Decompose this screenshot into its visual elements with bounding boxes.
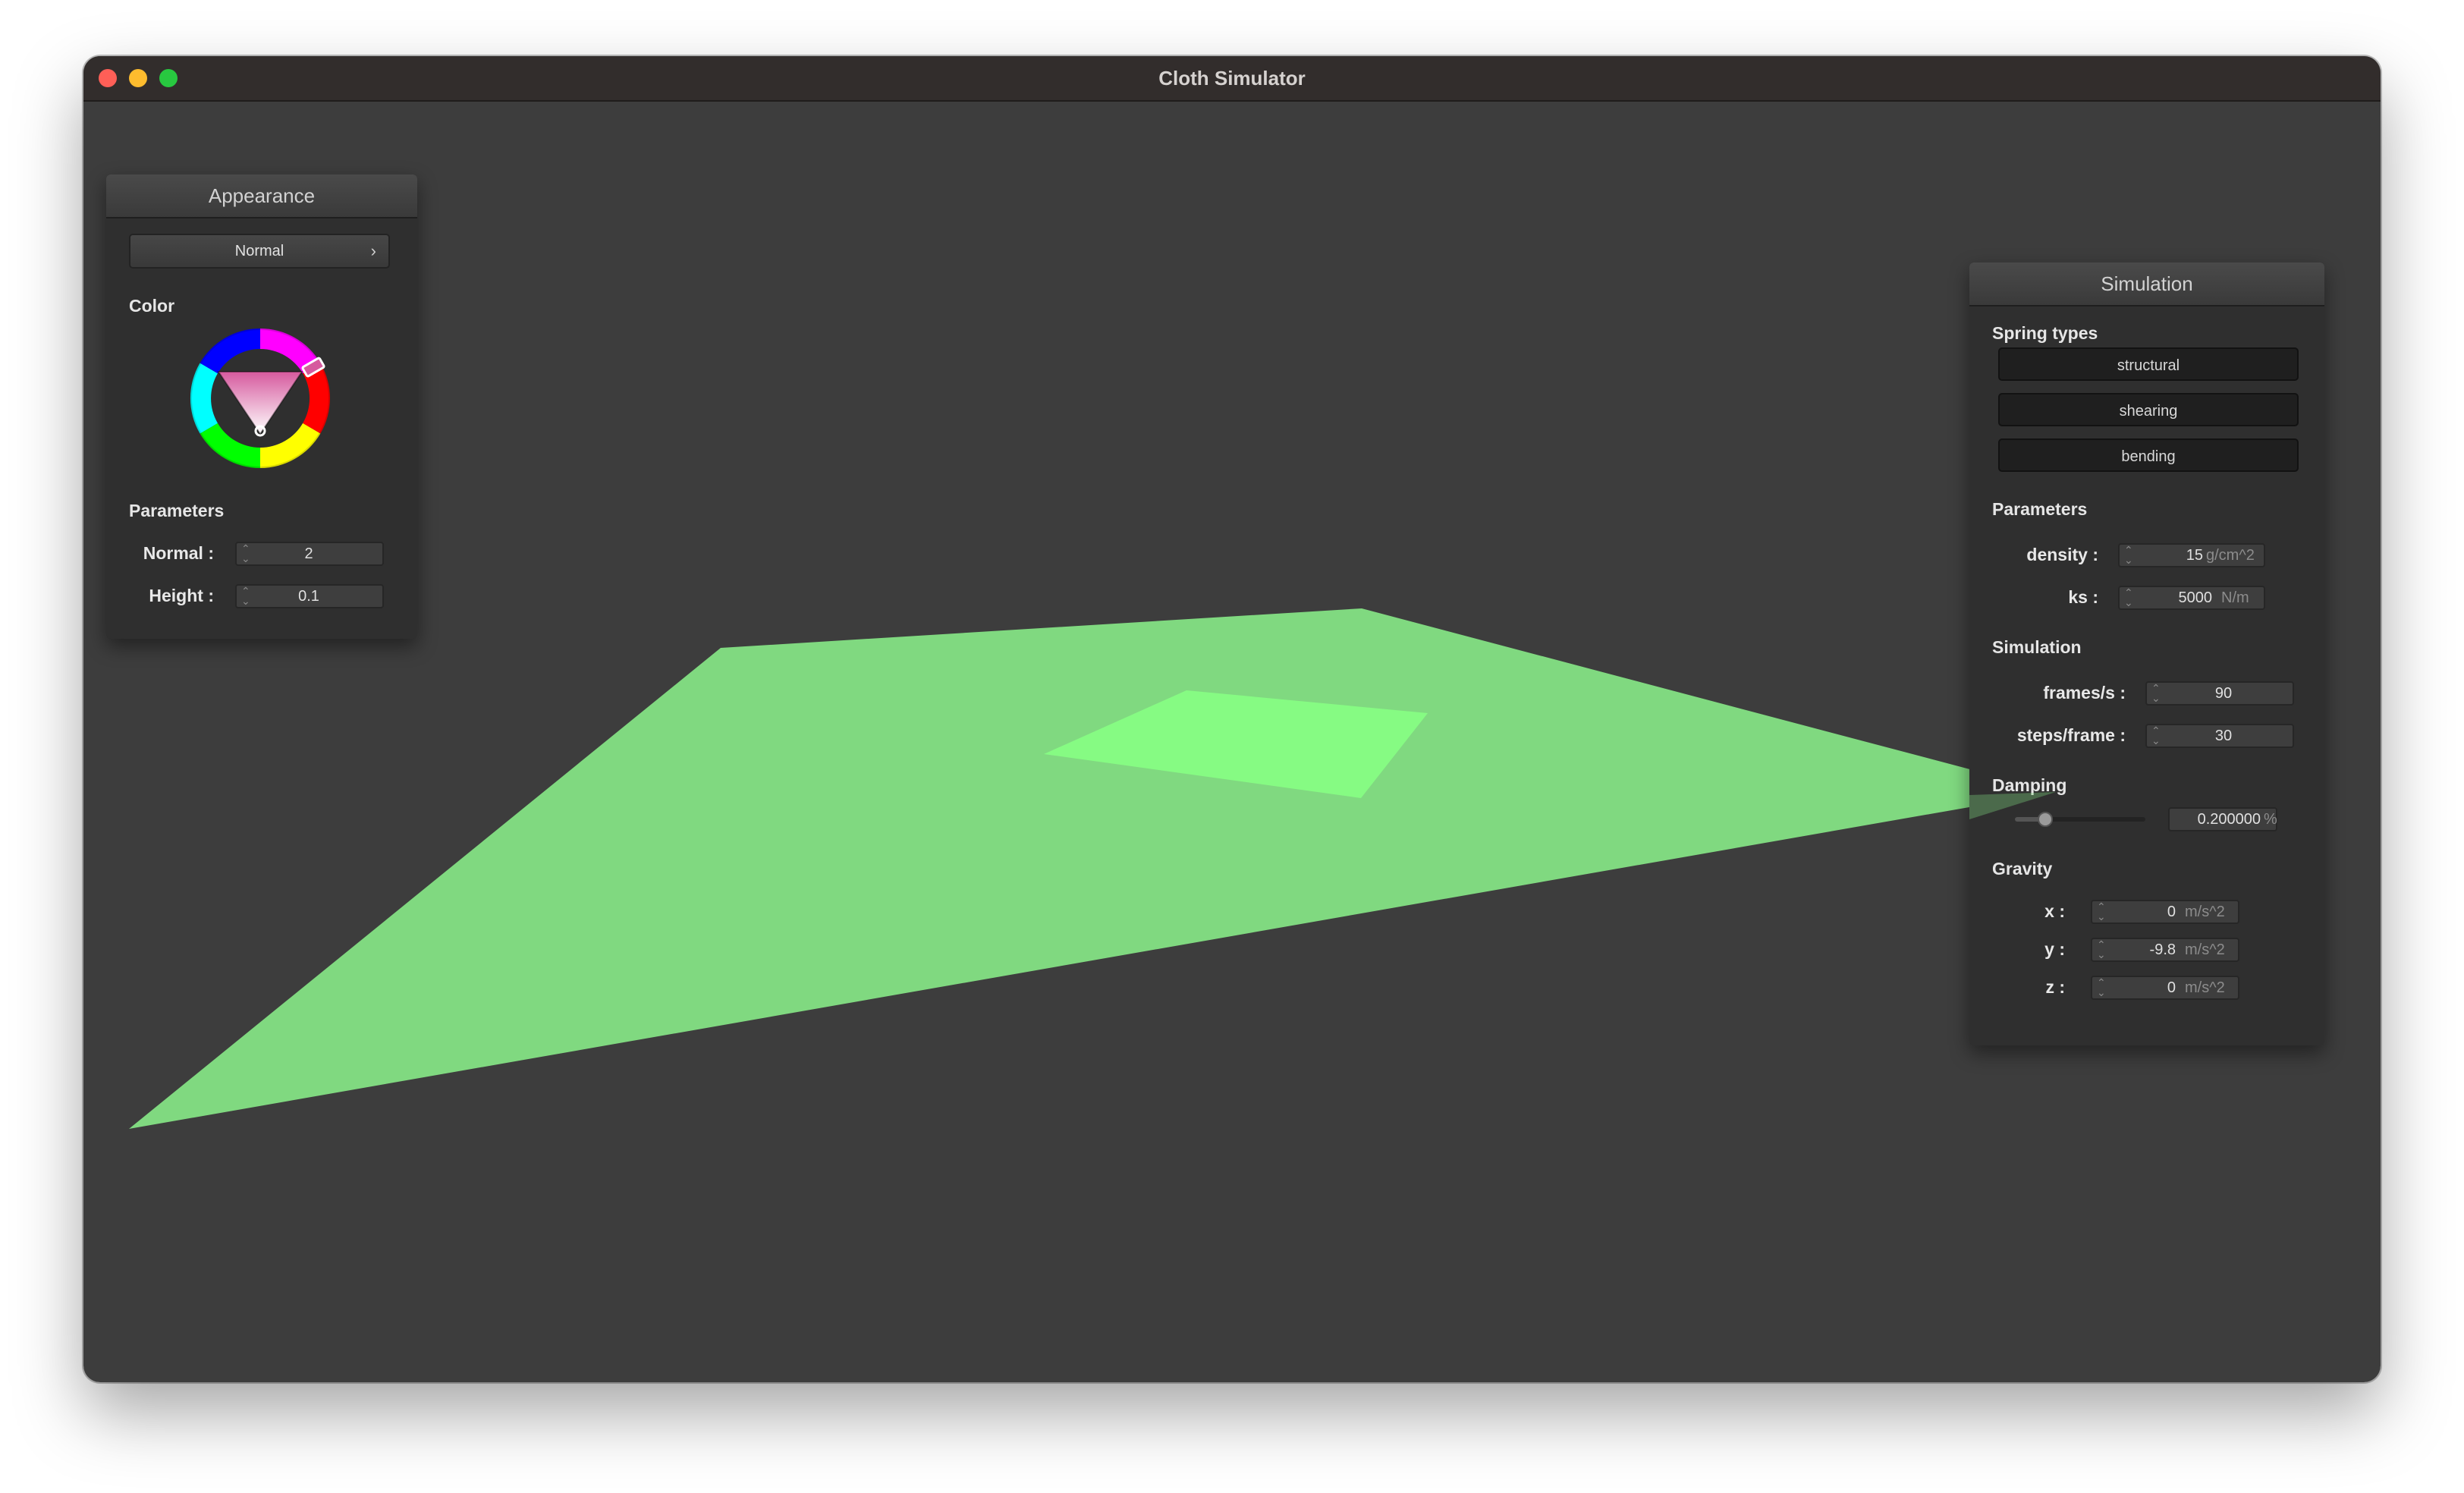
normal-label: Normal : [143, 543, 214, 563]
gravity-y-value: -9.8 [2149, 941, 2176, 958]
stepper-icon: ⌃ ⌄ [2097, 901, 2106, 923]
height-input[interactable]: ⌃ ⌄ 0.1 [235, 584, 384, 608]
density-input[interactable]: ⌃ ⌄ 15 g/cm^2 [2118, 543, 2265, 567]
gravity-z-unit: m/s^2 [2185, 979, 2225, 996]
stepper-icon: ⌃ ⌄ [2097, 938, 2106, 960]
gravity-x-input[interactable]: ⌃ ⌄ 0 m/s^2 [2091, 900, 2239, 924]
ks-unit: N/m [2221, 589, 2249, 606]
chevron-right-icon: › [370, 241, 376, 260]
ks-input[interactable]: ⌃ ⌄ 5000 N/m [2118, 586, 2265, 610]
stepper-icon: ⌃ ⌄ [2151, 682, 2161, 704]
3d-viewport[interactable]: Appearance Normal › Color Parameters Nor… [83, 102, 2381, 1382]
cloth-plane [129, 608, 2056, 1129]
density-label: density : [2026, 545, 2098, 564]
gravity-x-unit: m/s^2 [2185, 904, 2225, 920]
steps-per-frame-value: 30 [2214, 728, 2233, 744]
stepper-icon: ⌃ ⌄ [2124, 544, 2133, 566]
damping-unit: % [2264, 811, 2277, 828]
gravity-x-label: x : [2044, 901, 2065, 921]
stepper-icon: ⌃ ⌄ [241, 542, 250, 564]
appearance-panel: Appearance Normal › Color Parameters Nor… [106, 174, 417, 639]
color-label: Color [129, 296, 175, 316]
steps-per-frame-label: steps/frame : [2016, 725, 2126, 745]
shader-dropdown[interactable]: Normal › [129, 234, 390, 269]
title-bar: Cloth Simulator [83, 56, 2381, 102]
appearance-parameters-label: Parameters [129, 501, 225, 520]
gravity-y-input[interactable]: ⌃ ⌄ -9.8 m/s^2 [2091, 938, 2239, 962]
simulation-section-label: Simulation [1992, 637, 2082, 657]
window-title: Cloth Simulator [1158, 67, 1306, 90]
structural-spring-button[interactable]: structural [1998, 347, 2299, 381]
simulation-panel: Simulation Spring types structural shear… [1969, 262, 2324, 1045]
ks-label: ks : [2068, 587, 2098, 607]
stepper-icon: ⌃ ⌄ [2151, 724, 2161, 746]
stepper-icon: ⌃ ⌄ [2124, 586, 2133, 608]
density-unit: g/cm^2 [2206, 547, 2255, 564]
gravity-label: Gravity [1992, 859, 2053, 879]
shearing-spring-button[interactable]: shearing [1998, 393, 2299, 426]
simulation-parameters-label: Parameters [1992, 499, 2088, 519]
damping-label: Damping [1992, 775, 2067, 795]
spring-types-label: Spring types [1992, 323, 2098, 343]
gravity-z-value: 0 [2167, 979, 2176, 996]
gravity-x-value: 0 [2167, 904, 2176, 920]
gravity-y-label: y : [2044, 939, 2065, 959]
color-wheel[interactable] [188, 326, 332, 470]
appearance-panel-title: Appearance [106, 174, 417, 218]
ks-value: 5000 [2178, 589, 2213, 606]
damping-slider-knob[interactable] [2038, 812, 2054, 827]
gravity-z-label: z : [2045, 977, 2065, 997]
height-label: Height : [149, 586, 214, 605]
normal-input[interactable]: ⌃ ⌄ 2 [235, 542, 384, 566]
app-window: Cloth Simulator Appearance Normal › Colo… [83, 56, 2381, 1382]
frames-per-second-value: 90 [2214, 685, 2233, 702]
density-value: 15 [2186, 547, 2203, 564]
bending-spring-button[interactable]: bending [1998, 438, 2299, 472]
frames-per-second-input[interactable]: ⌃ ⌄ 90 [2145, 681, 2294, 706]
gravity-z-input[interactable]: ⌃ ⌄ 0 m/s^2 [2091, 976, 2239, 1000]
shader-dropdown-value: Normal [234, 243, 284, 259]
frames-per-second-label: frames/s : [2043, 683, 2126, 702]
stepper-icon: ⌃ ⌄ [241, 585, 250, 607]
height-value: 0.1 [298, 588, 319, 605]
damping-input[interactable]: 0.200000 % [2168, 807, 2277, 831]
steps-per-frame-input[interactable]: ⌃ ⌄ 30 [2145, 724, 2294, 748]
color-triangle [218, 372, 302, 434]
simulation-panel-title: Simulation [1969, 262, 2324, 306]
normal-value: 2 [304, 545, 313, 562]
damping-value: 0.200000 [2197, 811, 2261, 828]
stepper-icon: ⌃ ⌄ [2097, 976, 2106, 998]
gravity-y-unit: m/s^2 [2185, 941, 2225, 958]
damping-slider[interactable] [2015, 810, 2145, 828]
